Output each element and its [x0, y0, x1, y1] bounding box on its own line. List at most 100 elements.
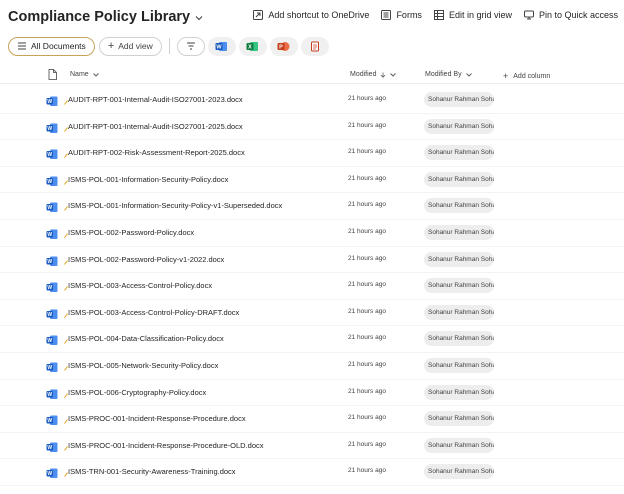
file-row[interactable]: W ISMS-TRN-001-Security-Awareness-Trainin…: [0, 459, 624, 486]
filter-button[interactable]: [176, 36, 205, 56]
edit-grid-view-button[interactable]: Edit in grid view: [433, 10, 512, 20]
toolbar-divider: [168, 38, 170, 54]
file-name-link[interactable]: ISMS-TRN-001-Security-Awareness-Training…: [68, 467, 236, 476]
modified-by-chip[interactable]: Sohanur Rahman Sohag: [424, 411, 494, 427]
forms-button[interactable]: Forms: [381, 10, 422, 20]
file-name-link[interactable]: ISMS-POL-003-Access-Control-Policy.docx: [68, 281, 212, 290]
add-shortcut-button[interactable]: Add shortcut to OneDrive: [253, 10, 369, 20]
library-title[interactable]: Compliance Policy Library: [8, 9, 203, 25]
file-row[interactable]: W ISMS-PROC-001-Incident-Response-Procedu…: [0, 406, 624, 433]
file-name-link[interactable]: ISMS-POL-005-Network-Security-Policy.doc…: [68, 361, 218, 370]
file-row[interactable]: W ISMS-POL-001-Information-Security-Polic…: [0, 167, 624, 194]
file-name-link[interactable]: AUDIT-RPT-001-Internal-Audit-ISO27001-20…: [68, 122, 243, 131]
modified-time: 21 hours ago: [348, 254, 386, 262]
svg-text:W: W: [47, 392, 52, 398]
file-row[interactable]: W ISMS-POL-003-Access-Control-Policy-DRAF…: [0, 300, 624, 327]
word-file-icon: W: [46, 254, 58, 266]
modified-time: 21 hours ago: [348, 414, 386, 422]
word-file-icon: W: [46, 280, 58, 293]
svg-text:W: W: [47, 232, 52, 238]
header-actions: Add shortcut to OneDrive Forms Edit in g…: [241, 10, 618, 20]
modified-by-chip[interactable]: Sohanur Rahman Sohag: [424, 251, 494, 267]
file-type-header[interactable]: [48, 69, 57, 82]
modified-by-chip[interactable]: Sohanur Rahman Sohag: [424, 198, 494, 214]
pin-quick-access-label: Pin to Quick access: [538, 10, 618, 20]
modified-time: 21 hours ago: [348, 121, 386, 129]
modified-by-chip[interactable]: Sohanur Rahman Sohag: [424, 331, 494, 347]
modified-by-chip[interactable]: Sohanur Rahman Sohag: [424, 92, 494, 107]
chevron-down-icon: [390, 72, 397, 77]
modified-by-column-header[interactable]: Modified By: [425, 71, 472, 78]
word-file-icon: W: [46, 440, 58, 452]
modified-by-chip[interactable]: Sohanur Rahman Sohag: [424, 118, 494, 134]
file-row[interactable]: W ISMS-POL-006-Cryptography-Policy.docx 21…: [0, 380, 624, 407]
view-toolbar: All Documents + Add view W X P: [8, 36, 332, 56]
new-word-doc-button[interactable]: W: [207, 36, 236, 56]
word-file-icon: W: [46, 360, 58, 372]
word-file-icon: W: [46, 94, 58, 106]
file-row[interactable]: W AUDIT-RPT-001-Internal-Audit-ISO27001-2…: [0, 87, 624, 114]
svg-text:P: P: [279, 44, 283, 50]
modified-by-chip[interactable]: Sohanur Rahman Sohag: [424, 278, 494, 294]
modified-time: 21 hours ago: [348, 201, 386, 209]
modified-by-chip[interactable]: Sohanur Rahman Sohag: [424, 437, 494, 453]
file-name-link[interactable]: ISMS-POL-002-Password-Policy-v1-2022.doc…: [68, 255, 224, 264]
new-powerpoint-button[interactable]: P: [269, 36, 298, 56]
new-excel-button[interactable]: X: [238, 36, 267, 56]
file-name-link[interactable]: ISMS-PROC-001-Incident-Response-Procedur…: [68, 414, 246, 423]
modified-by-header-label: Modified By: [425, 71, 462, 78]
file-row[interactable]: W ISMS-POL-004-Data-Classification-Policy…: [0, 326, 624, 353]
file-row[interactable]: W ISMS-POL-002-Password-Policy.docx 21 hou…: [0, 220, 624, 247]
modified-by-chip[interactable]: Sohanur Rahman Sohag: [424, 171, 494, 187]
modified-by-chip[interactable]: Sohanur Rahman Sohag: [424, 357, 494, 373]
file-name-link[interactable]: ISMS-POL-003-Access-Control-Policy-DRAFT…: [68, 308, 239, 317]
svg-text:W: W: [47, 418, 52, 424]
file-list: W AUDIT-RPT-001-Internal-Audit-ISO27001-2…: [0, 87, 624, 486]
file-type-icon: [48, 69, 57, 80]
add-column-label: Add column: [513, 72, 551, 80]
chevron-down-icon: [465, 72, 472, 77]
file-row[interactable]: W AUDIT-RPT-002-Risk-Assessment-Report-20…: [0, 140, 624, 167]
modified-time: 21 hours ago: [348, 360, 386, 368]
modified-time: 21 hours ago: [348, 387, 386, 395]
all-documents-view-button[interactable]: All Documents: [8, 36, 95, 56]
add-shortcut-label: Add shortcut to OneDrive: [268, 10, 370, 20]
word-file-icon: W: [46, 466, 58, 479]
pin-quick-access-button[interactable]: Pin to Quick access: [523, 10, 618, 20]
new-form-button[interactable]: [300, 36, 329, 56]
column-header-row: Name Modified Modified By + Add column: [0, 66, 624, 84]
file-row[interactable]: W ISMS-POL-003-Access-Control-Policy.docx…: [0, 273, 624, 300]
modified-by-chip[interactable]: Sohanur Rahman Sohag: [424, 384, 494, 400]
file-name-link[interactable]: ISMS-POL-004-Data-Classification-Policy.…: [68, 334, 224, 343]
modified-time: 21 hours ago: [348, 148, 386, 156]
add-column-button[interactable]: + Add column: [503, 71, 550, 81]
file-row[interactable]: W AUDIT-RPT-001-Internal-Audit-ISO27001-2…: [0, 114, 624, 141]
add-view-button[interactable]: + Add view: [98, 36, 162, 56]
file-row[interactable]: W ISMS-POL-001-Information-Security-Polic…: [0, 193, 624, 220]
word-file-icon: W: [46, 174, 58, 186]
all-documents-label: All Documents: [31, 41, 86, 51]
modified-column-header[interactable]: Modified: [350, 71, 397, 78]
file-row[interactable]: W ISMS-POL-002-Password-Policy-v1-2022.do…: [0, 247, 624, 274]
modified-time: 21 hours ago: [348, 281, 386, 289]
file-name-link[interactable]: ISMS-POL-001-Information-Security-Policy…: [68, 201, 282, 210]
file-row[interactable]: W ISMS-POL-005-Network-Security-Policy.do…: [0, 353, 624, 380]
name-column-header[interactable]: Name: [70, 71, 99, 78]
modified-time: 21 hours ago: [348, 174, 386, 182]
modified-by-chip[interactable]: Sohanur Rahman Sohag: [424, 224, 494, 240]
word-file-icon: W: [46, 387, 58, 399]
modified-by-chip[interactable]: Sohanur Rahman Sohag: [424, 145, 494, 161]
svg-text:W: W: [217, 44, 223, 50]
modified-by-chip[interactable]: Sohanur Rahman Sohag: [424, 464, 494, 480]
file-name-link[interactable]: AUDIT-RPT-001-Internal-Audit-ISO27001-20…: [68, 95, 243, 104]
file-name-link[interactable]: ISMS-POL-006-Cryptography-Policy.docx: [68, 388, 206, 397]
file-name-link[interactable]: ISMS-POL-002-Password-Policy.docx: [68, 228, 194, 237]
file-name-link[interactable]: AUDIT-RPT-002-Risk-Assessment-Report-202…: [68, 148, 245, 157]
name-header-label: Name: [70, 71, 89, 78]
svg-text:X: X: [248, 44, 252, 50]
file-row[interactable]: W ISMS-PROC-001-Incident-Response-Procedu…: [0, 433, 624, 460]
modified-by-chip[interactable]: Sohanur Rahman Sohag: [424, 304, 494, 320]
modified-time: 21 hours ago: [348, 95, 386, 102]
file-name-link[interactable]: ISMS-POL-001-Information-Security-Policy…: [68, 175, 228, 184]
file-name-link[interactable]: ISMS-PROC-001-Incident-Response-Procedur…: [68, 441, 264, 450]
